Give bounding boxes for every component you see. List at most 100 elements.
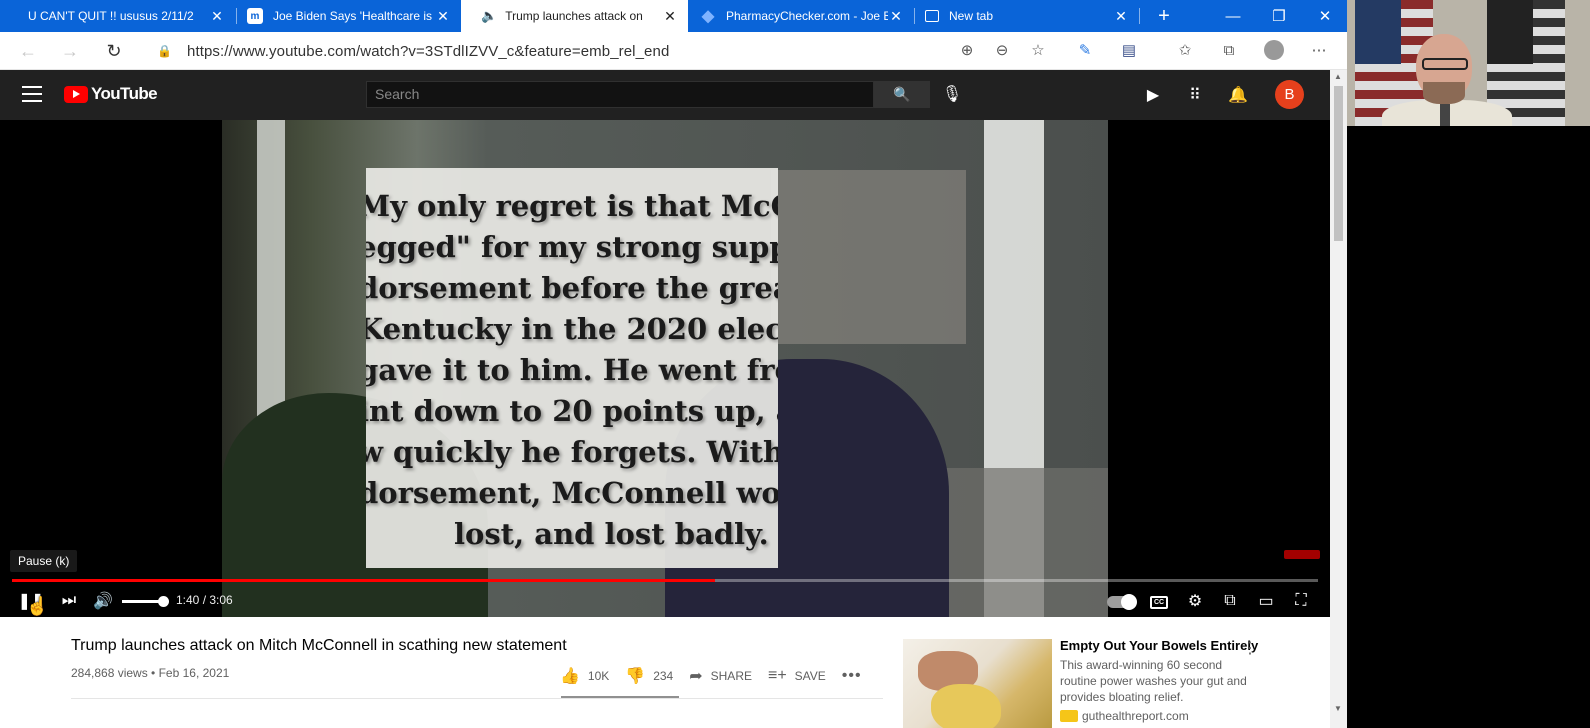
collections-icon[interactable]: ⧉ [1217, 38, 1241, 62]
save-label: SAVE [794, 669, 826, 683]
dislike-count: 234 [653, 669, 674, 683]
fullscreen-icon[interactable]: ⛶ [1288, 588, 1314, 614]
volume-slider-handle[interactable] [158, 596, 169, 607]
quote-line: egged" for my strong suppor [366, 230, 778, 264]
search-button[interactable]: 🔍 [874, 81, 930, 108]
close-tab-icon[interactable]: ✕ [209, 8, 225, 25]
ad-title[interactable]: Empty Out Your Bowels Entirely [1060, 638, 1258, 653]
create-video-icon[interactable]: ▶ [1140, 82, 1166, 108]
url-text[interactable]: https://www.youtube.com/watch?v=3STdlIZV… [187, 43, 669, 60]
share-icon: ➦ [689, 668, 703, 685]
refresh-button[interactable]: ↻ [100, 38, 128, 64]
audio-playing-icon[interactable]: 🔈 [481, 8, 497, 24]
youtube-logo-text: YouTube [91, 84, 158, 103]
restore-button[interactable]: ❐ [1256, 0, 1302, 32]
autoplay-toggle[interactable] [1107, 594, 1137, 610]
tab-youtube-cant-quit[interactable]: U CAN'T QUIT !! ususus 2/11/2 ✕ [8, 0, 235, 32]
profile-icon[interactable] [1262, 38, 1286, 62]
notifications-bell-icon[interactable]: 🔔 [1225, 82, 1251, 108]
progress-played [12, 579, 715, 582]
tab-pharmacychecker[interactable]: ◆ PharmacyChecker.com - Joe Bi ✕ [690, 0, 914, 32]
lock-icon[interactable]: 🔒 [157, 44, 172, 58]
tab-new-tab[interactable]: New tab ✕ [915, 0, 1139, 32]
extension-icon[interactable]: ✎ [1073, 38, 1097, 62]
ad-description: This award-winning 60 second routine pow… [1060, 658, 1247, 704]
youtube-play-icon [64, 85, 88, 103]
like-button[interactable]: 👍 10K [560, 666, 609, 686]
quote-line: gave it to him. He went from [366, 353, 778, 387]
dislike-button[interactable]: 👎 234 [625, 666, 673, 686]
divider [71, 698, 883, 699]
microphone-icon[interactable]: 🎙 [940, 82, 964, 106]
pause-tooltip: Pause (k) [10, 550, 78, 572]
tab-joe-biden-healthcare[interactable]: m Joe Biden Says 'Healthcare is N ✕ [237, 0, 461, 32]
ad-thumbnail[interactable] [903, 639, 1052, 728]
volume-icon[interactable]: 🔊 [90, 588, 116, 614]
tab-title: U CAN'T QUIT !! ususus 2/11/2 [28, 9, 194, 23]
tab-strip: U CAN'T QUIT !! ususus 2/11/2 ✕ m Joe Bi… [0, 0, 1365, 32]
forward-button[interactable]: → [56, 38, 84, 64]
quote-line: int down to 20 points up, and [366, 394, 778, 428]
mouse-cursor-icon: ☝ [26, 596, 49, 616]
page-scrollbar[interactable]: ▲ ▼ [1330, 70, 1347, 728]
miniplayer-icon[interactable]: ⧉ [1217, 588, 1243, 614]
quote-line: dorsement, McConnell would [366, 476, 778, 510]
progress-bar[interactable] [12, 579, 1318, 582]
search-icon: 🔍 [893, 86, 911, 102]
tab-trump-attack[interactable]: 🔈 Trump launches attack on ✕ [461, 0, 688, 32]
zoom-out-icon[interactable]: ⊖ [990, 38, 1014, 62]
more-actions-icon[interactable]: ••• [842, 667, 862, 685]
m-favicon-icon: m [247, 8, 263, 24]
tab-title: Trump launches attack on [505, 9, 643, 23]
new-tab-button[interactable]: + [1148, 0, 1180, 32]
theater-mode-icon[interactable]: ▭ [1253, 588, 1279, 614]
time-display: 1:40 / 3:06 [176, 593, 233, 607]
quote-overlay: My only regret is that McCon egged" for … [366, 168, 778, 568]
settings-gear-icon[interactable]: ⚙ [1182, 588, 1208, 614]
youtube-page: YouTube Search 🔍 🎙 ▶ ⠿ 🔔 B My only regre… [0, 70, 1330, 728]
quote-line: w quickly he forgets. Withou [366, 435, 778, 469]
apps-grid-icon[interactable]: ⠿ [1182, 82, 1208, 108]
new-tab-favicon-icon [925, 10, 939, 22]
close-tab-icon[interactable]: ✕ [662, 8, 678, 25]
close-tab-icon[interactable]: ✕ [1113, 8, 1129, 25]
youtube-header: YouTube Search 🔍 🎙 ▶ ⠿ 🔔 B [0, 70, 1330, 120]
thumbs-down-icon: 👎 [625, 668, 646, 685]
address-bar[interactable]: 🔒 https://www.youtube.com/watch?v=3STdlI… [143, 36, 1063, 66]
next-button[interactable]: ⏭ [56, 588, 82, 614]
ad-site[interactable]: guthealthreport.com [1082, 709, 1189, 723]
search-input[interactable]: Search [366, 81, 874, 108]
zoom-in-icon[interactable]: ⊕ [955, 38, 979, 62]
video-player[interactable]: My only regret is that McCon egged" for … [0, 120, 1330, 617]
scrollbar-thumb[interactable] [1334, 86, 1343, 241]
tab-title: Joe Biden Says 'Healthcare is N [273, 9, 435, 23]
tab-title: New tab [949, 9, 994, 23]
close-tab-icon[interactable]: ✕ [888, 8, 904, 25]
close-tab-icon[interactable]: ✕ [435, 8, 451, 25]
quote-line: Kentucky in the 2020 electio [366, 312, 778, 346]
reading-list-icon[interactable]: ▤ [1117, 38, 1141, 62]
more-options-icon[interactable]: ⋯ [1307, 38, 1331, 62]
subtitles-icon[interactable]: CC [1150, 596, 1168, 609]
browser-window: U CAN'T QUIT !! ususus 2/11/2 ✕ m Joe Bi… [0, 0, 1365, 728]
menu-icon[interactable] [22, 86, 42, 104]
webcam-overlay [1347, 0, 1590, 126]
browser-toolbar: ← → ↻ 🔒 https://www.youtube.com/watch?v=… [0, 32, 1347, 70]
ad-badge [1060, 710, 1078, 722]
youtube-logo[interactable]: YouTube [64, 84, 158, 104]
ad-menu-icon[interactable]: ⋮ [1242, 638, 1258, 658]
favorites-icon[interactable]: ✩ [1173, 38, 1197, 62]
quote-line: dorsement before the great p [366, 271, 778, 305]
playlist-add-icon: ≡+ [767, 667, 787, 684]
video-actions: 👍 10K 👎 234 ➦ SHARE ≡+ SAVE ••• [560, 658, 878, 694]
share-button[interactable]: ➦ SHARE [689, 666, 752, 686]
like-count: 10K [587, 669, 610, 683]
thumbs-up-icon: 👍 [560, 668, 580, 685]
close-window-button[interactable]: ✕ [1302, 0, 1348, 32]
player-controls: ❚❚ ⏭ 🔊 1:40 / 3:06 CC ⚙ ⧉ ▭ ⛶ [0, 584, 1330, 617]
back-button[interactable]: ← [14, 38, 42, 64]
avatar[interactable]: B [1275, 80, 1304, 109]
minimize-button[interactable]: — [1210, 0, 1256, 32]
add-favorite-icon[interactable]: ☆ [1026, 38, 1050, 62]
save-button[interactable]: ≡+ SAVE [768, 667, 826, 685]
